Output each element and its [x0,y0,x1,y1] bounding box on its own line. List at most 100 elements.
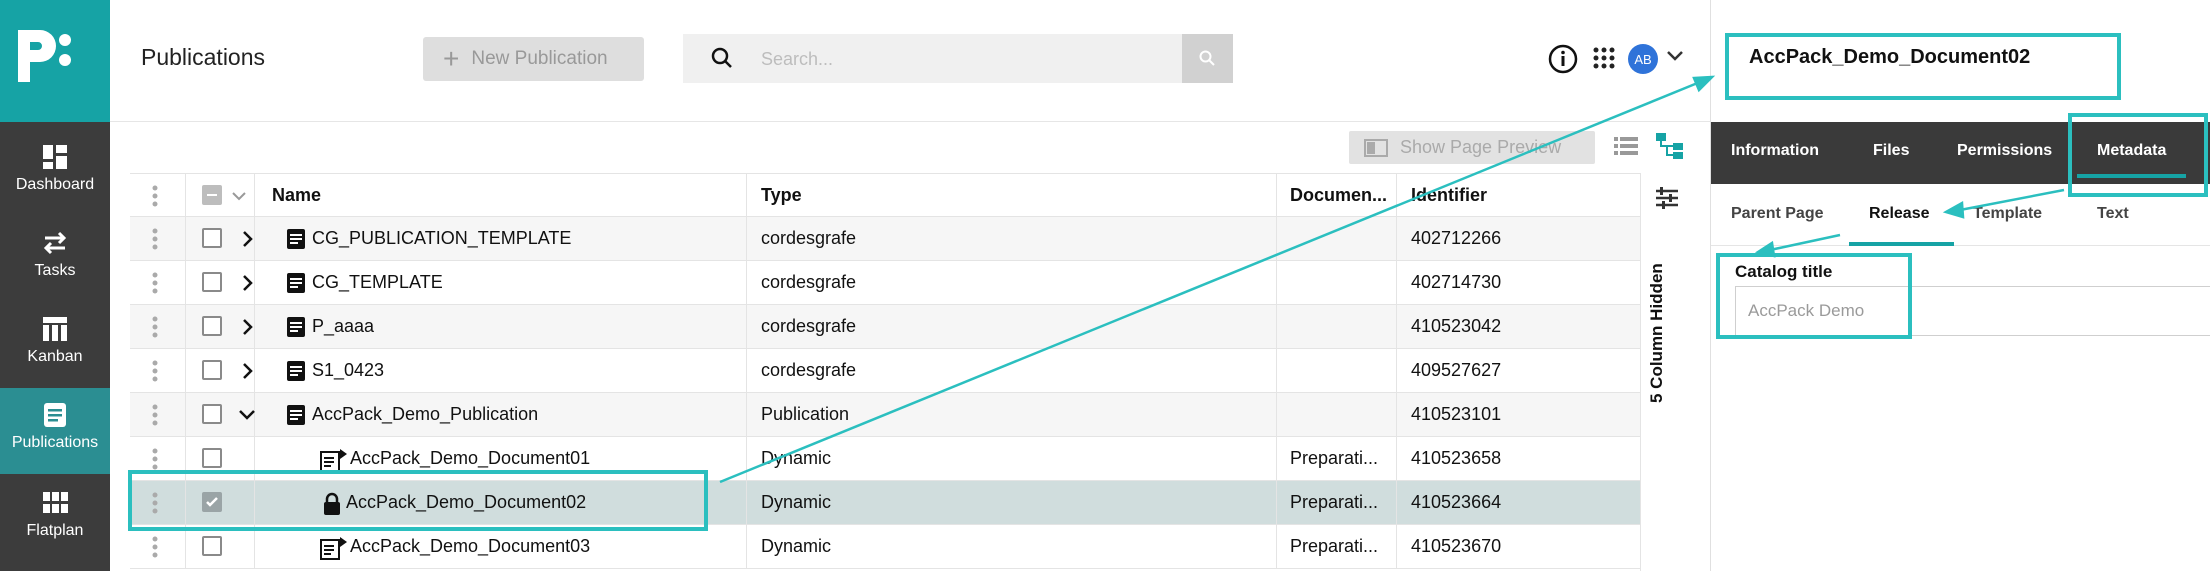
side-nav: Dashboard Tasks Kanban Publications Flat… [0,0,110,571]
cell-document-status [1290,349,1395,392]
table-row[interactable]: CG_PUBLICATION_TEMPLATE cordesgrafe 402712… [130,217,1640,261]
cell-name: AccPack_Demo_Publication [312,404,539,424]
row-checkbox[interactable] [202,228,222,248]
chevron-right-icon[interactable] [242,362,254,380]
search-input[interactable] [761,46,1081,72]
column-header-name[interactable]: Name [272,174,321,217]
nav-item-dashboard[interactable]: Dashboard [0,130,110,216]
drag-handle-icon[interactable] [152,316,158,338]
chevron-right-icon[interactable] [242,318,254,336]
dynamic-doc-icon [320,449,347,472]
publications-icon [44,403,66,427]
row-checkbox[interactable] [202,404,222,424]
chevron-down-icon[interactable] [232,192,246,201]
hidden-columns-panel[interactable]: 5 Column Hidden [1640,173,1690,571]
apps-grid-icon[interactable] [1593,47,1615,69]
nav-item-publications[interactable]: Publications [0,388,110,474]
logo-icon [18,30,71,82]
cell-identifier: 410523042 [1411,316,1502,336]
search-icon [711,47,732,68]
nav-item-flatplan[interactable]: Flatplan [0,476,110,562]
show-page-preview-button[interactable]: Show Page Preview [1349,131,1595,164]
table-row[interactable]: AccPack_Demo_Document02 Dynamic Preparati.… [130,481,1640,525]
select-all-checkbox[interactable] [202,185,222,205]
cell-name: CG_PUBLICATION_TEMPLATE [312,228,572,248]
table-header: Name Type Documen... Identifier [130,173,1640,217]
drag-handle-icon [152,185,158,207]
column-header-type[interactable]: Type [761,174,802,217]
tasks-icon [43,231,67,255]
table-row[interactable]: AccPack_Demo_Document03 Dynamic Preparati.… [130,525,1640,569]
column-header-document[interactable]: Documen... [1290,174,1395,217]
nav-item-tasks[interactable]: Tasks [0,216,110,302]
row-checkbox[interactable] [202,360,222,380]
search-button[interactable] [1182,34,1233,83]
nav-label: Dashboard [15,176,95,193]
cell-identifier: 409527627 [1411,360,1502,380]
document-icon [287,317,305,337]
cell-identifier: 410523670 [1411,536,1502,556]
nav-item-kanban[interactable]: Kanban [0,302,110,388]
panel-title: AccPack_Demo_Document02 [1749,46,2031,68]
tab-information[interactable]: Information [1731,142,1819,160]
row-checkbox[interactable] [202,448,222,468]
drag-handle-icon[interactable] [152,448,158,470]
cell-type: Dynamic [761,536,832,556]
hidden-columns-label: 5 Column Hidden [1647,263,1666,403]
subtab-parent-page[interactable]: Parent Page [1731,205,1823,223]
cell-identifier: 402714730 [1411,272,1502,292]
cell-type: cordesgrafe [761,272,857,292]
tab-permissions[interactable]: Permissions [1957,142,2052,160]
table-row[interactable]: CG_TEMPLATE cordesgrafe 402714730 [130,261,1640,305]
tab-metadata[interactable]: Metadata [2076,142,2187,178]
column-header-identifier[interactable]: Identifier [1411,174,1487,217]
list-view-icon[interactable] [1614,136,1638,156]
user-avatar[interactable]: AB [1628,44,1658,74]
cell-type: cordesgrafe [761,228,857,248]
cell-identifier: 410523658 [1411,448,1502,468]
document-icon [287,273,305,293]
subtab-template[interactable]: Template [1973,205,2042,223]
details-panel: AccPack_Demo_Document02 Information File… [1710,0,2210,571]
app-logo[interactable] [0,0,110,122]
tab-files[interactable]: Files [1873,142,1909,160]
column-settings-icon[interactable] [1654,185,1680,211]
drag-handle-icon[interactable] [152,228,158,250]
cell-name: AccPack_Demo_Document02 [346,492,587,512]
catalog-title-field[interactable]: AccPack Demo [1735,286,2210,336]
cell-identifier: 410523101 [1411,404,1502,424]
drag-handle-icon[interactable] [152,360,158,382]
cell-document-status: Preparati... [1290,448,1379,468]
table-row[interactable]: P_aaaa cordesgrafe 410523042 [130,305,1640,349]
chevron-right-icon[interactable] [242,274,254,292]
document-icon [287,405,305,425]
drag-handle-icon[interactable] [152,492,158,514]
cell-name: P_aaaa [312,316,375,336]
document-icon [287,229,305,249]
cell-identifier: 410523664 [1411,492,1502,512]
cell-type: cordesgrafe [761,316,857,336]
top-bar: Publications + New Publication AB [110,0,1710,122]
chevron-right-icon[interactable] [242,230,254,248]
new-publication-button[interactable]: + New Publication [423,37,644,81]
preview-icon [1364,138,1388,157]
tree-view-icon[interactable] [1656,133,1684,159]
drag-handle-icon[interactable] [152,536,158,558]
table-row[interactable]: AccPack_Demo_Publication Publication 41052… [130,393,1640,437]
row-checkbox[interactable] [202,492,222,512]
subtab-release[interactable]: Release [1869,205,1930,223]
flatplan-icon [43,492,68,513]
table-row[interactable]: S1_0423 cordesgrafe 409527627 [130,349,1640,393]
row-checkbox[interactable] [202,536,222,556]
search-box [683,34,1182,83]
cell-type: Dynamic [761,448,832,468]
chevron-down-icon[interactable] [238,409,256,421]
drag-handle-icon[interactable] [152,404,158,426]
chevron-down-icon[interactable] [1666,50,1684,62]
drag-handle-icon[interactable] [152,272,158,294]
table-row[interactable]: AccPack_Demo_Document01 Dynamic Preparati.… [130,437,1640,481]
row-checkbox[interactable] [202,316,222,336]
subtab-text[interactable]: Text [2097,205,2129,223]
info-icon[interactable] [1548,44,1578,74]
row-checkbox[interactable] [202,272,222,292]
